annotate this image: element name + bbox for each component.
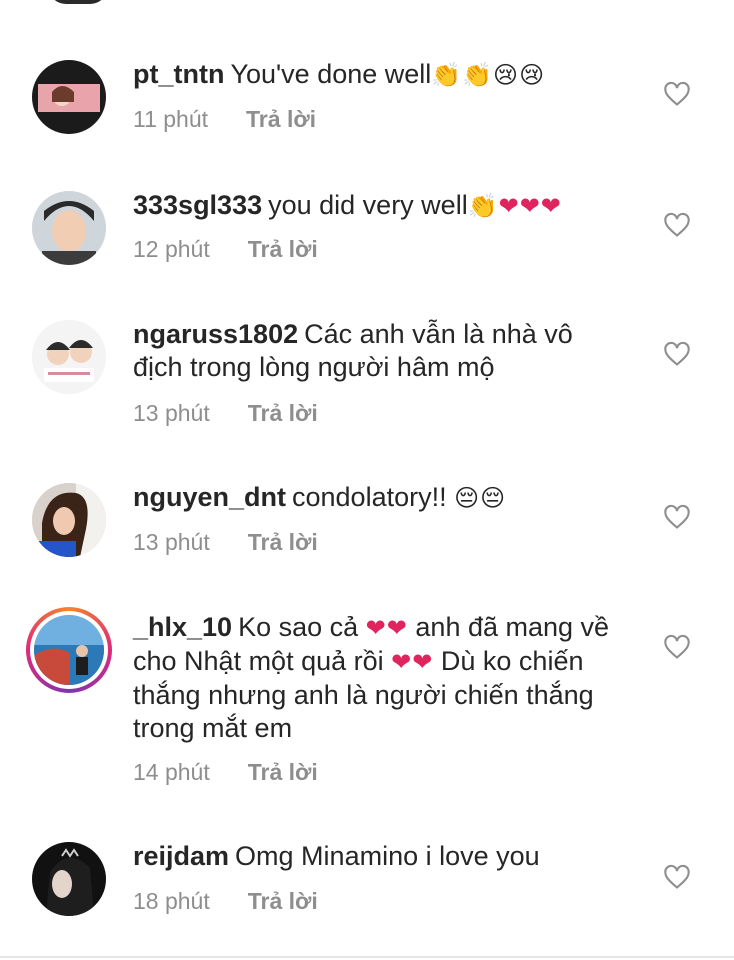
comment-time: 14 phút [133,759,210,785]
comment-text: _hlx_10 Ko sao cả ❤❤ anh đã mang về cho N… [133,611,613,745]
comment-username[interactable]: reijdam [133,841,229,871]
avatar[interactable] [32,483,106,557]
reply-button[interactable]: Trả lời [248,888,318,915]
comment-time: 11 phút [133,106,209,132]
reply-button[interactable]: Trả lời [248,236,318,263]
comment-meta: 12 phút Trả lời [133,236,318,263]
comment-body: you did very well [268,190,468,220]
story-ring[interactable] [26,607,112,693]
previous-avatar-fragment [48,0,108,4]
comment-username[interactable]: _hlx_10 [133,612,232,642]
comment-emojis: 😔😔 [454,484,507,512]
reply-button[interactable]: Trả lời [248,529,318,556]
comment-username[interactable]: ngaruss1802 [133,319,298,349]
like-heart-icon[interactable] [663,864,691,890]
comment-time: 12 phút [133,236,210,262]
comment-meta: 14 phút Trả lời [133,759,318,786]
reply-button[interactable]: Trả lời [246,106,316,133]
comment-text: pt_tntn You've done well👏👏😢😢 [133,58,613,92]
comment-body-part1: Ko sao cả [238,612,359,642]
bottom-divider [0,956,734,958]
comment-emojis: 👏❤❤❤ [467,192,562,220]
comment-username[interactable]: 333sgl333 [133,190,262,220]
comment-time: 13 phút [133,400,210,426]
reply-button[interactable]: Trả lời [248,400,318,427]
avatar[interactable] [32,842,106,916]
comment-text: nguyen_dnt condolatory!! 😔😔 [133,481,613,515]
comment-text: reijdam Omg Minamino i love you [133,840,613,873]
comment-meta: 13 phút Trả lời [133,400,318,427]
reply-button[interactable]: Trả lời [248,759,318,786]
comment-emojis: ❤❤ [391,648,434,676]
comment-text: ngaruss1802 Các anh vẫn là nhà vô địch tr… [133,318,613,384]
like-heart-icon[interactable] [663,341,691,367]
comment-meta: 18 phút Trả lời [133,888,318,915]
comment-username[interactable]: pt_tntn [133,59,224,89]
comment-meta: 13 phút Trả lời [133,529,318,556]
comment-username[interactable]: nguyen_dnt [133,482,286,512]
comment-time: 13 phút [133,529,210,555]
comment-body: You've done well [230,59,432,89]
comment-body: Omg Minamino i love you [235,841,540,871]
comment-body: condolatory!! [292,482,447,512]
avatar[interactable] [32,191,106,265]
like-heart-icon[interactable] [663,212,691,238]
comment-meta: 11 phút Trả lời [133,106,316,133]
like-heart-icon[interactable] [663,634,691,660]
comment-emojis: ❤❤ [365,614,408,642]
comment-emojis: 👏👏😢😢 [431,61,546,89]
like-heart-icon[interactable] [663,504,691,530]
avatar[interactable] [32,320,106,394]
avatar[interactable] [32,60,106,134]
comment-text: 333sgl333 you did very well👏❤❤❤ [133,189,613,223]
comment-time: 18 phút [133,888,210,914]
like-heart-icon[interactable] [663,81,691,107]
avatar[interactable] [34,615,104,685]
